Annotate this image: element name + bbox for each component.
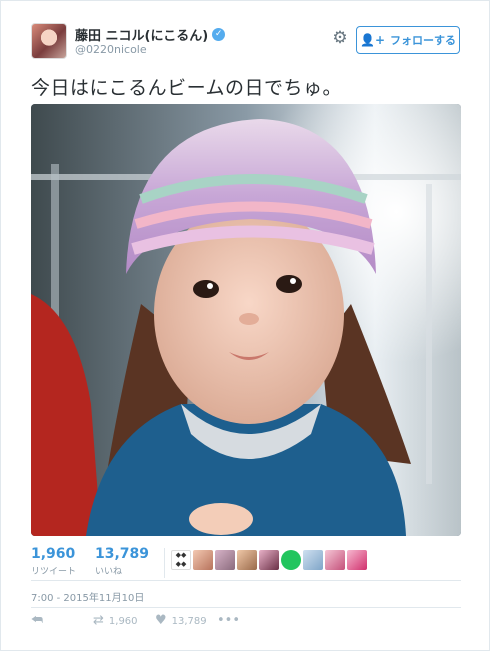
retweet-count: 1,960 [31, 546, 76, 562]
user-handle[interactable]: @0220nicole [75, 43, 147, 56]
retweet-icon: ⇄ [93, 613, 104, 628]
liker-avatar[interactable] [237, 550, 257, 570]
tweet-actions: ⮪ ⇄ 1,960 ♥ 13,789 ••• [31, 613, 461, 633]
display-name[interactable]: 藤田 ニコル(にこるん) [75, 25, 208, 44]
tweet-card: 藤田 ニコル(にこるん) ✓ @0220nicole ⚙ 👤+ フォローする 今… [0, 0, 490, 651]
divider [31, 580, 461, 581]
liker-avatar[interactable] [325, 550, 345, 570]
verified-badge-icon: ✓ [212, 28, 226, 41]
likers-avatars: ◆◆ ◆◆ [171, 550, 367, 570]
divider [31, 607, 461, 608]
liker-avatar[interactable] [281, 550, 301, 570]
retweet-label: リツイート [31, 567, 77, 577]
stats-divider [164, 548, 165, 578]
person-plus-icon: 👤+ [360, 33, 385, 47]
retweet-action-count: 1,960 [108, 615, 138, 627]
liker-avatar[interactable] [215, 550, 235, 570]
like-label: いいね [95, 567, 123, 577]
retweet-button[interactable]: ⇄ 1,960 [93, 613, 138, 629]
retweet-stat[interactable]: 1,960 リツイート [31, 546, 76, 577]
liker-avatar[interactable] [347, 550, 367, 570]
tweet-photo[interactable] [31, 104, 461, 536]
follow-button-label: フォローする [390, 34, 456, 47]
gear-icon[interactable]: ⚙ [331, 29, 349, 47]
liker-avatar[interactable] [193, 550, 213, 570]
liker-avatar[interactable]: ◆◆ ◆◆ [171, 550, 191, 570]
heart-icon: ♥ [155, 613, 167, 628]
like-stat[interactable]: 13,789 いいね [95, 546, 149, 577]
more-button[interactable]: ••• [217, 613, 240, 629]
follow-button[interactable]: 👤+ フォローする [356, 26, 460, 54]
avatar[interactable] [31, 23, 67, 59]
tweet-text: 今日はにこるんビームの日でちゅ。 [31, 77, 343, 99]
tweet-stats: 1,960 リツイート 13,789 いいね ◆◆ ◆◆ [31, 546, 461, 580]
liker-avatar[interactable] [303, 550, 323, 570]
like-count: 13,789 [95, 546, 150, 562]
liker-avatar[interactable] [259, 550, 279, 570]
more-icon: ••• [217, 613, 241, 628]
reply-button[interactable]: ⮪ [31, 613, 43, 629]
tweet-header: 藤田 ニコル(にこるん) ✓ @0220nicole ⚙ 👤+ フォローする [31, 23, 461, 67]
tweet-timestamp[interactable]: 7:00 - 2015年11月10日 [31, 589, 144, 604]
like-button[interactable]: ♥ 13,789 [155, 613, 207, 629]
reply-icon: ⮪ [31, 613, 44, 628]
name-row: 藤田 ニコル(にこるん) ✓ [75, 25, 226, 44]
like-action-count: 13,789 [171, 615, 207, 627]
